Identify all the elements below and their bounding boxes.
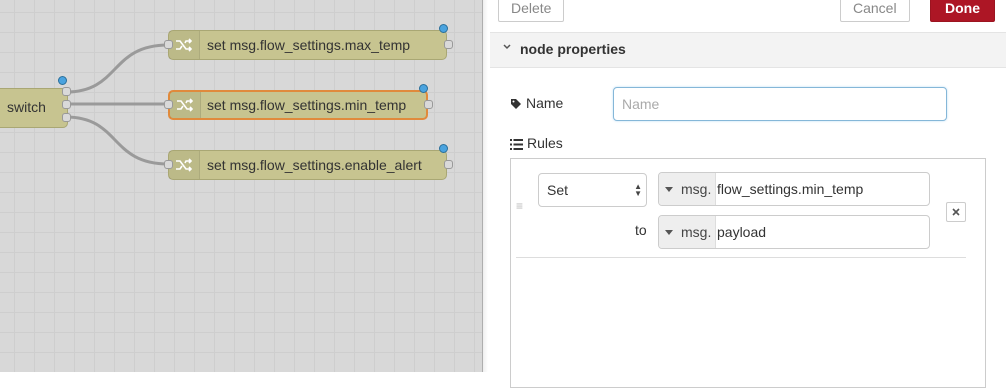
switch-node-label: switch — [7, 99, 46, 115]
target-type-label: msg. — [681, 181, 712, 197]
change-node-output-port[interactable] — [444, 160, 453, 169]
source-type-button[interactable]: msg. — [659, 216, 716, 248]
delete-button[interactable]: Delete — [498, 0, 565, 22]
node-properties-header[interactable]: node properties — [490, 32, 1006, 68]
change-node-max-temp[interactable]: set msg.flow_settings.max_temp — [168, 30, 447, 60]
rule-divider — [516, 257, 966, 258]
tray-shadow — [482, 0, 488, 372]
change-node-output-port[interactable] — [424, 100, 433, 109]
rule-action-value: Set — [547, 182, 569, 198]
change-node-output-port[interactable] — [444, 40, 453, 49]
change-node-label: set msg.flow_settings.min_temp — [207, 97, 407, 113]
name-label: Name — [510, 95, 563, 111]
caret-down-icon — [665, 230, 673, 235]
section-title: node properties — [520, 41, 626, 57]
flow-workspace[interactable]: switch set msg.flow_settings.max_temp se… — [0, 0, 482, 372]
chevron-down-icon — [502, 42, 512, 55]
shuffle-icon — [169, 151, 200, 179]
switch-node[interactable]: switch — [0, 88, 68, 128]
select-arrows-icon: ▲ ▼ — [634, 182, 642, 198]
source-type-label: msg. — [681, 224, 712, 240]
caret-down-icon — [665, 187, 673, 192]
name-input[interactable] — [613, 87, 947, 121]
tag-icon — [511, 99, 521, 109]
remove-rule-button[interactable] — [946, 202, 966, 222]
target-type-button[interactable]: msg. — [659, 173, 716, 205]
name-label-text: Name — [526, 95, 564, 111]
change-node-input-port[interactable] — [164, 40, 173, 49]
change-node-label: set msg.flow_settings.max_temp — [207, 37, 411, 53]
close-icon — [952, 208, 960, 216]
change-node-status-dot — [419, 84, 428, 93]
target-value: flow_settings.min_temp — [717, 181, 864, 197]
rule-to-label: to — [635, 222, 647, 238]
switch-status-dot — [58, 76, 67, 85]
done-button[interactable]: Done — [930, 0, 995, 22]
rule-action-select[interactable]: Set ▲ ▼ — [538, 173, 647, 207]
cancel-button[interactable]: Cancel — [840, 0, 910, 22]
change-node-label: set msg.flow_settings.enable_alert — [207, 157, 422, 173]
change-node-input-port[interactable] — [164, 160, 173, 169]
rules-label: Rules — [510, 135, 563, 151]
wire-enable-alert[interactable] — [65, 115, 169, 166]
change-node-status-dot — [439, 24, 448, 33]
change-node-min-temp[interactable]: set msg.flow_settings.min_temp — [168, 90, 428, 120]
source-value: payload — [717, 224, 767, 240]
rule-target-input[interactable]: msg. flow_settings.min_temp — [658, 172, 930, 206]
switch-output-port-3[interactable] — [62, 113, 71, 122]
drag-handle-icon[interactable]: ≡ — [516, 200, 523, 212]
list-icon — [510, 139, 523, 150]
change-node-enable-alert[interactable]: set msg.flow_settings.enable_alert — [168, 150, 447, 180]
wire-max-temp[interactable] — [65, 43, 169, 94]
rules-label-text: Rules — [527, 135, 563, 151]
change-node-input-port[interactable] — [164, 100, 173, 109]
switch-output-port-2[interactable] — [62, 100, 71, 109]
shuffle-icon — [170, 92, 201, 118]
rule-source-input[interactable]: msg. payload — [658, 215, 930, 249]
change-node-status-dot — [439, 144, 448, 153]
shuffle-icon — [169, 31, 200, 59]
switch-output-port-1[interactable] — [62, 87, 71, 96]
